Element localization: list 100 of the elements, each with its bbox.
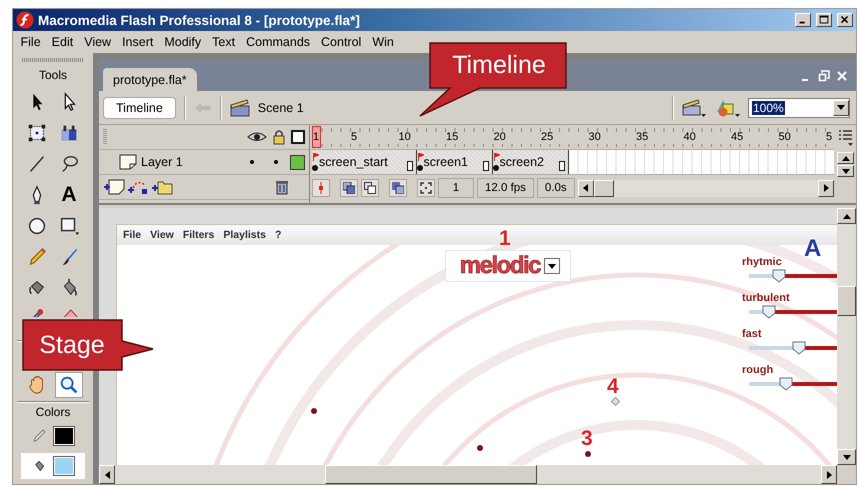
frame-label: screen2 [500, 155, 544, 169]
style-dropdown[interactable]: melodic [445, 250, 571, 282]
rectangle-icon [58, 215, 80, 237]
menu-item[interactable]: Insert [116, 35, 159, 49]
zoom-icon [58, 374, 80, 396]
folder-icon[interactable] [151, 179, 173, 195]
timeline-button[interactable]: Timeline [103, 96, 176, 118]
window-title: Macromedia Flash Professional 8 - [prototype.fla*] [38, 12, 361, 28]
timeline-scrollbar[interactable] [578, 180, 834, 196]
menu-item[interactable]: View [150, 229, 174, 241]
new-layer-icon[interactable] [103, 179, 125, 195]
frame-label: screen_start [319, 155, 388, 169]
frame-number: 5 [351, 131, 358, 143]
horizontal-scrollbar[interactable] [99, 465, 837, 484]
eye-icon[interactable] [247, 131, 267, 143]
center-frame-button[interactable] [312, 179, 330, 197]
menu-item[interactable]: Filters [182, 229, 214, 241]
point [585, 451, 591, 457]
slider-label: turbulent [742, 292, 790, 305]
restore-button[interactable] [818, 70, 830, 82]
menu-icon[interactable] [838, 129, 854, 147]
minimize-button[interactable] [795, 13, 811, 27]
frame-number: 1 [313, 131, 320, 143]
panel-title: Colors [36, 405, 70, 419]
scroll-thumb[interactable] [837, 286, 856, 316]
vertical-scrollbar[interactable] [837, 208, 856, 465]
scroll-thumb[interactable] [594, 180, 614, 196]
edit-multiple-frames-button[interactable] [389, 179, 407, 197]
frame-span[interactable]: screen_start [312, 150, 416, 174]
layer-icon [119, 154, 137, 170]
visible-dot[interactable] [250, 160, 254, 164]
slider-label: rhytmic [742, 256, 782, 269]
menu-item[interactable]: File [123, 229, 142, 241]
current-frame: 1 [438, 178, 474, 198]
color-swatch[interactable] [53, 426, 75, 446]
end-frame-marker [482, 161, 488, 171]
onion-outline-icon [364, 182, 376, 194]
clapperboard-icon[interactable] [682, 98, 706, 118]
onion-outline-button[interactable] [361, 179, 379, 197]
callout-tooltip: Stage [22, 319, 154, 371]
slider-thumb[interactable] [772, 269, 786, 283]
menu-item[interactable]: ? [274, 229, 282, 241]
menu-item[interactable]: Text [206, 35, 241, 49]
keyframe-dot [312, 165, 318, 171]
app-icon [16, 11, 34, 29]
frame-span[interactable]: screen1 [416, 150, 492, 174]
layer-row[interactable]: Layer 1 [99, 150, 309, 175]
motion-guide-icon[interactable] [127, 179, 149, 195]
right-arrow-icon [824, 184, 828, 192]
slider-thumb[interactable] [792, 341, 806, 355]
point [311, 408, 317, 414]
caret-icon [842, 168, 850, 174]
menu-item[interactable]: Edit [46, 35, 79, 49]
right-arrow-icon [826, 470, 832, 478]
frame-number: 45 [731, 131, 744, 143]
frame-number: 30 [588, 131, 601, 143]
color-swatch[interactable] [53, 456, 75, 476]
document-tab[interactable]: prototype.fla* [103, 68, 197, 91]
outline-icon[interactable] [291, 130, 305, 144]
frame-number: 20 [494, 131, 506, 143]
layer-name: Layer 1 [141, 155, 183, 169]
unlocked-dot[interactable] [274, 160, 278, 164]
menu-item[interactable]: Modify [158, 35, 207, 49]
menu-item[interactable]: View [78, 35, 117, 49]
grip-handle[interactable] [103, 129, 107, 145]
zoom-tool-button[interactable] [55, 372, 83, 398]
menu-item[interactable]: File [15, 35, 46, 49]
menu-item[interactable]: Control [316, 35, 367, 49]
playhead[interactable] [312, 126, 321, 148]
up-arrow-icon [842, 156, 850, 160]
scroll-thumb[interactable] [325, 465, 537, 484]
slider-thumb[interactable] [778, 377, 793, 391]
end-frame-marker [406, 161, 412, 171]
frame-ruler[interactable]: 1 5 10 15 20 25 30 35 40 45 50 5 [312, 125, 834, 150]
onion-skin-icon [343, 182, 355, 194]
frame-label: screen1 [424, 155, 468, 169]
frame-span[interactable]: screen2 [492, 150, 568, 174]
slider-thumb[interactable] [762, 305, 776, 319]
onion-markers-button[interactable] [417, 179, 435, 197]
maximize-button[interactable] [816, 13, 832, 27]
dropdown-button[interactable] [544, 258, 560, 274]
panel-title: Tools [38, 68, 67, 82]
frame-number: 25 [541, 131, 554, 143]
callout-tooltip: Timeline [418, 42, 568, 118]
close-button[interactable] [837, 13, 853, 27]
zoom-field[interactable]: 100% [748, 98, 850, 118]
menu-item[interactable]: Commands [240, 35, 316, 49]
outline-color-square[interactable] [290, 154, 305, 170]
layer-scroll-buttons[interactable] [837, 152, 854, 177]
trash-icon[interactable] [275, 179, 289, 195]
onion-skin-button[interactable] [340, 179, 358, 197]
text-tool-button[interactable]: A [55, 182, 83, 208]
brackets-icon [420, 182, 432, 194]
menu-item[interactable]: Win [366, 35, 400, 49]
shapes-icon[interactable] [714, 98, 740, 118]
menu-item[interactable]: Playlists [223, 229, 266, 241]
lock-icon[interactable] [273, 129, 285, 145]
frame-number: 50 [778, 131, 791, 143]
panel-grip[interactable] [22, 58, 84, 62]
left-arrow-icon [583, 184, 588, 192]
